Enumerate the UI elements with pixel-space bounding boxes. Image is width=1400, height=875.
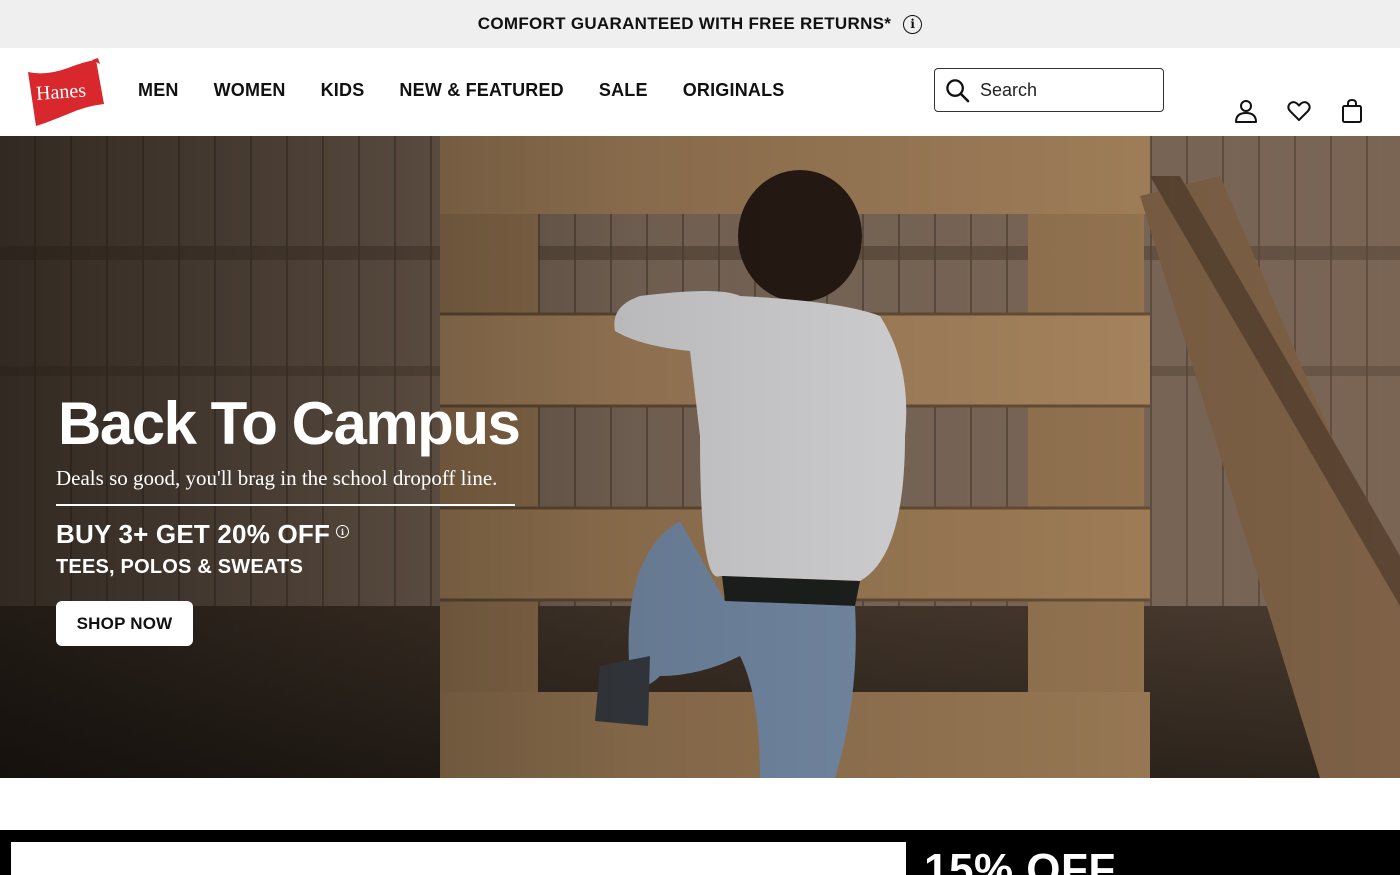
hero-offer: BUY 3+ GET 20% OFF i xyxy=(56,519,576,550)
hero-divider xyxy=(56,504,515,506)
main-nav: MEN WOMEN KIDS NEW & FEATURED SALE ORIGI… xyxy=(138,80,820,101)
offer-info-icon[interactable]: i xyxy=(336,525,350,538)
search-icon[interactable] xyxy=(945,78,970,103)
logo-text: Hanes xyxy=(35,79,87,104)
hero-offer-text: BUY 3+ GET 20% OFF xyxy=(56,519,331,549)
promo-headline: 15% OFF xyxy=(924,845,1116,875)
nav-new-featured[interactable]: NEW & FEATURED xyxy=(399,80,563,101)
search-input[interactable] xyxy=(980,79,1150,101)
announcement-text: COMFORT GUARANTEED WITH FREE RETURNS* xyxy=(477,14,892,33)
nav-originals[interactable]: ORIGINALS xyxy=(683,80,785,101)
nav-kids[interactable]: KIDS xyxy=(321,80,365,101)
search-box[interactable] xyxy=(934,68,1164,112)
nav-women[interactable]: WOMEN xyxy=(214,80,286,101)
hero-banner: Back To Campus Deals so good, you'll bra… xyxy=(0,136,1400,778)
info-icon[interactable]: i xyxy=(903,14,923,34)
nav-men[interactable]: MEN xyxy=(138,80,179,101)
site-header: Hanes MEN WOMEN KIDS NEW & FEATURED SALE… xyxy=(0,48,1400,136)
nav-sale[interactable]: SALE xyxy=(599,80,648,101)
hanes-logo[interactable]: Hanes xyxy=(24,56,106,128)
bag-icon[interactable] xyxy=(1339,98,1365,124)
promo-strip: 15% OFF xyxy=(0,830,1400,875)
promo-image-panel xyxy=(11,842,906,875)
hero-copy: Back To Campus Deals so good, you'll bra… xyxy=(56,394,576,646)
account-icon[interactable] xyxy=(1233,98,1259,124)
heart-icon[interactable] xyxy=(1286,98,1312,124)
announcement-bar: COMFORT GUARANTEED WITH FREE RETURNS* i xyxy=(0,0,1400,48)
hero-category: TEES, POLOS & SWEATS xyxy=(56,556,303,578)
hero-title: Back To Campus xyxy=(58,390,521,457)
hero-subtitle: Deals so good, you'll brag in the school… xyxy=(56,466,498,490)
shop-now-button[interactable]: SHOP NOW xyxy=(56,601,193,646)
